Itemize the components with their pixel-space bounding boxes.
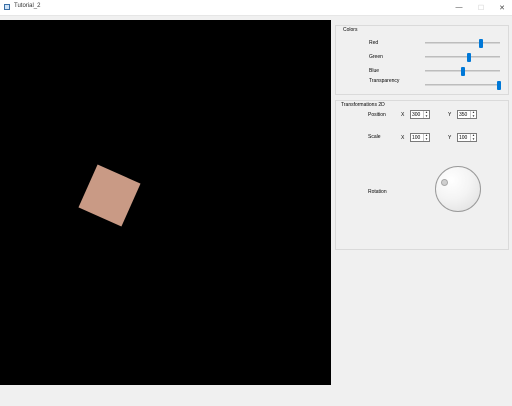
colors-group: Colors Red Green Blue Transparency	[335, 25, 509, 95]
render-viewport[interactable]	[0, 20, 331, 385]
position-y-arrows[interactable]: ▲ ▼	[470, 111, 476, 118]
rotation-label: Rotation	[368, 189, 387, 195]
transformations-group-title: Transformations 2D	[340, 102, 386, 108]
position-y-spinbox[interactable]: 350 ▲ ▼	[457, 110, 477, 119]
position-x-label: X	[401, 112, 405, 118]
scale-y-label: Y	[448, 135, 452, 141]
rotation-dial[interactable]	[435, 166, 481, 212]
spin-down-icon[interactable]: ▼	[424, 115, 429, 118]
rendered-square	[78, 164, 141, 227]
position-x-arrows[interactable]: ▲ ▼	[423, 111, 429, 118]
position-y-label: Y	[448, 112, 452, 118]
scale-x-spinbox[interactable]: 100 ▲ ▼	[410, 133, 430, 142]
transparency-label: Transparency	[369, 78, 400, 84]
scale-x-value: 100	[412, 135, 421, 141]
scale-y-spinbox[interactable]: 100 ▲ ▼	[457, 133, 477, 142]
close-button[interactable]: ✕	[491, 0, 512, 15]
red-slider-groove	[425, 42, 500, 44]
spin-down-icon[interactable]: ▼	[471, 138, 476, 141]
green-slider[interactable]	[425, 53, 500, 62]
blue-slider[interactable]	[425, 67, 500, 76]
window-title: Tutorial_2	[14, 3, 41, 9]
red-label: Red	[369, 40, 379, 46]
transparency-slider-handle[interactable]	[496, 81, 501, 90]
scale-y-arrows[interactable]: ▲ ▼	[470, 134, 476, 141]
red-slider-handle[interactable]	[479, 39, 484, 48]
scale-label: Scale	[368, 134, 381, 140]
position-x-spinbox[interactable]: 300 ▲ ▼	[410, 110, 430, 119]
green-slider-handle[interactable]	[466, 53, 471, 62]
spin-down-icon[interactable]: ▼	[424, 138, 429, 141]
dial-notch	[441, 179, 448, 186]
position-x-value: 300	[412, 112, 421, 118]
title-bar: Tutorial_2 — ☐ ✕	[0, 0, 512, 16]
blue-slider-handle[interactable]	[460, 67, 465, 76]
app-icon	[4, 4, 10, 10]
green-slider-groove	[425, 56, 500, 58]
transparency-slider[interactable]	[425, 81, 501, 90]
control-panel: Colors Red Green Blue Transparency Trans…	[332, 20, 512, 385]
scale-y-value: 100	[459, 135, 468, 141]
position-y-value: 350	[459, 112, 468, 118]
position-label: Position	[368, 112, 386, 118]
red-slider[interactable]	[425, 39, 500, 48]
scale-x-label: X	[401, 135, 405, 141]
minimize-button[interactable]: —	[448, 0, 470, 15]
transformations-group: Transformations 2D Position X 300 ▲ ▼ Y …	[335, 100, 509, 250]
scale-x-arrows[interactable]: ▲ ▼	[423, 134, 429, 141]
spin-down-icon[interactable]: ▼	[471, 115, 476, 118]
maximize-button[interactable]: ☐	[470, 0, 492, 15]
transparency-slider-groove	[425, 84, 500, 86]
blue-label: Blue	[369, 68, 380, 74]
colors-group-title: Colors	[342, 27, 359, 33]
green-label: Green	[369, 54, 383, 60]
status-bar	[0, 385, 512, 406]
